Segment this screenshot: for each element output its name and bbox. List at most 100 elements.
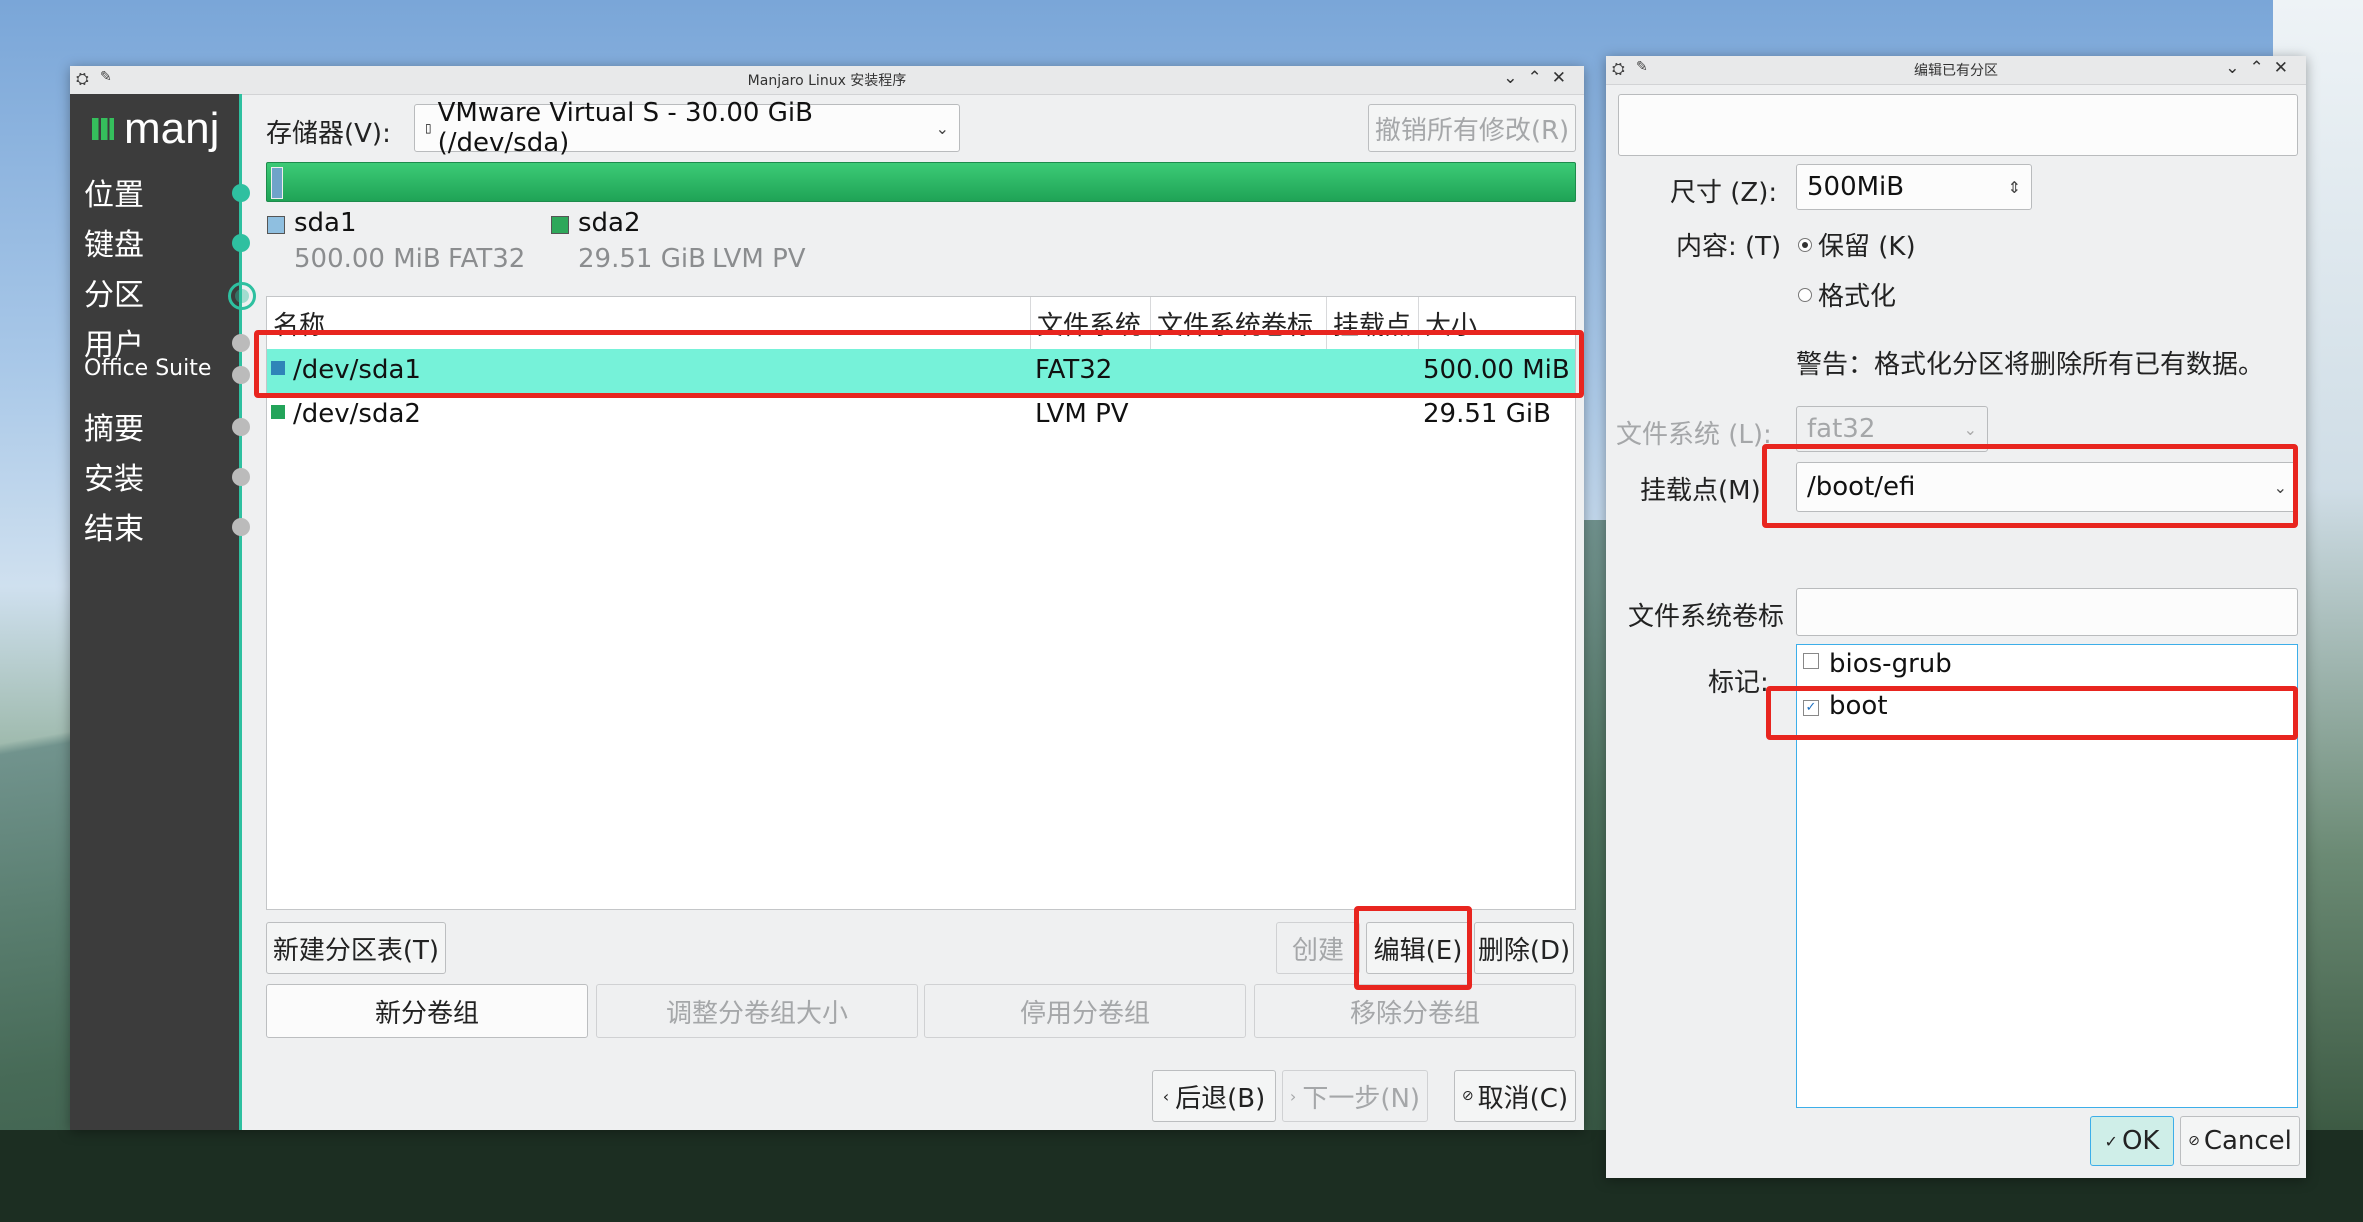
filesystem-select[interactable]: fat32 ⌄ <box>1796 406 1988 452</box>
keep-radio[interactable]: 保留 (K) <box>1798 226 1916 263</box>
checkbox-unchecked-icon[interactable] <box>1803 653 1819 669</box>
partition-size: 29.51 GiB <box>1423 399 1551 429</box>
resize-volume-group-button[interactable]: 调整分卷组大小 <box>596 984 918 1038</box>
filesystem-label: 文件系统 (L): <box>1616 420 1772 450</box>
main-titlebar[interactable]: ⛭ ✎ Manjaro Linux 安装程序 ⌄⌃✕ <box>70 66 1584 95</box>
step-install: 安装 <box>84 462 144 497</box>
mountpoint-select[interactable]: /boot/efi ⌄ <box>1796 462 2298 512</box>
chevron-down-icon: ⌄ <box>1963 419 1977 439</box>
table-row[interactable]: /dev/sda1 FAT32 500.00 MiB <box>267 349 1575 393</box>
create-button[interactable]: 创建 <box>1276 922 1360 974</box>
format-radio-label: 格式化 <box>1818 282 1897 312</box>
table-row[interactable]: /dev/sda2 LVM PV 29.51 GiB <box>267 393 1575 437</box>
step-office-suite: Office Suite <box>84 356 212 381</box>
disk-segment-sda1 <box>271 167 283 199</box>
partition-fs: FAT32 <box>1035 355 1113 385</box>
partition-name-cell: /dev/sda1 <box>271 355 421 385</box>
fs-label-label: 文件系统卷标 <box>1628 602 1785 632</box>
flag-label: bios-grub <box>1829 649 1952 679</box>
maximize-icon[interactable]: ⌃ <box>1528 68 1552 88</box>
dialog-titlebar[interactable]: ⛭ ✎ 编辑已有分区 ⌄⌃✕ <box>1606 56 2306 85</box>
remove-volume-group-button[interactable]: 移除分卷组 <box>1254 984 1576 1038</box>
disk-icon: ▯ <box>425 121 432 135</box>
flag-label: boot <box>1829 691 1888 721</box>
step-location: 位置 <box>84 178 144 213</box>
column-header-mountpoint[interactable]: 挂载点 <box>1327 297 1419 349</box>
format-warning: 警告：格式化分区将删除所有已有数据。 <box>1796 350 2265 380</box>
dialog-cancel-label: Cancel <box>2203 1126 2292 1156</box>
legend-fs-sda1: FAT32 <box>448 244 526 274</box>
cancel-button-label: 取消(C) <box>1477 1083 1569 1114</box>
maximize-icon[interactable]: ⌃ <box>2250 58 2274 78</box>
flags-label: 标记: <box>1708 668 1769 698</box>
flag-boot[interactable]: ✓ boot <box>1803 691 1888 721</box>
partition-name-cell: /dev/sda2 <box>271 399 421 429</box>
manjaro-logo-icon <box>92 118 114 140</box>
step-todo-icon <box>232 366 250 384</box>
partition-color-icon <box>271 404 285 419</box>
partition-info-field <box>1618 94 2298 156</box>
step-todo-icon <box>232 334 250 352</box>
minimize-icon[interactable]: ⌄ <box>2225 58 2249 78</box>
cancel-icon: ⊘ <box>1461 1088 1474 1104</box>
step-keyboard: 键盘 <box>84 228 144 263</box>
close-icon[interactable]: ✕ <box>1552 68 1576 88</box>
installer-window: ⛭ ✎ Manjaro Linux 安装程序 ⌄⌃✕ manj 位置 键盘 分区… <box>70 66 1584 1130</box>
dialog-cancel-button[interactable]: ⊘ Cancel <box>2180 1116 2300 1166</box>
back-button[interactable]: ‹ 后退(B) <box>1152 1070 1276 1122</box>
revert-all-button[interactable]: 撤销所有修改(R) <box>1368 104 1576 152</box>
legend-name-sda2: sda2 <box>578 208 641 238</box>
column-header-size[interactable]: 大小 <box>1419 297 1575 349</box>
window-title: Manjaro Linux 安装程序 <box>747 73 907 89</box>
close-icon[interactable]: ✕ <box>2274 58 2298 78</box>
column-header-filesystem[interactable]: 文件系统 <box>1031 297 1151 349</box>
column-header-fs-label[interactable]: 文件系统卷标 <box>1151 297 1327 349</box>
partition-name: /dev/sda2 <box>293 399 421 429</box>
cancel-button[interactable]: ⊘ 取消(C) <box>1454 1070 1576 1122</box>
size-label: 尺寸 (Z): <box>1670 178 1778 208</box>
partition-color-icon <box>271 360 285 375</box>
step-done-icon <box>232 184 250 202</box>
radio-on-icon <box>1798 238 1812 252</box>
window-controls[interactable]: ⌄⌃✕ <box>2225 58 2298 78</box>
disk-usage-bar <box>266 162 1576 202</box>
delete-button[interactable]: 删除(D) <box>1474 922 1574 974</box>
back-button-label: 后退(B) <box>1175 1083 1266 1114</box>
step-todo-icon <box>232 418 250 436</box>
legend-swatch-sda2 <box>551 216 569 234</box>
next-button-label: 下一步(N) <box>1302 1083 1421 1114</box>
step-finish: 结束 <box>84 512 144 547</box>
flags-list[interactable]: bios-grub ✓ boot <box>1796 644 2298 1108</box>
chevron-right-icon: › <box>1289 1086 1297 1106</box>
partition-table[interactable]: 名称 文件系统 文件系统卷标 挂载点 大小 /dev/sda1 FAT32 50… <box>266 296 1576 910</box>
ok-button-label: OK <box>2121 1126 2160 1156</box>
cancel-icon: ⊘ <box>2188 1133 2200 1149</box>
logo-text: manj <box>124 104 220 153</box>
column-header-name[interactable]: 名称 <box>267 297 1031 349</box>
new-volume-group-button[interactable]: 新分卷组 <box>266 984 588 1038</box>
legend-fs-sda2: LVM PV <box>712 244 806 274</box>
edit-button[interactable]: 编辑(E) <box>1366 922 1470 974</box>
checkbox-checked-icon[interactable]: ✓ <box>1803 700 1819 716</box>
deactivate-volume-group-button[interactable]: 停用分卷组 <box>924 984 1246 1038</box>
format-radio[interactable]: 格式化 <box>1798 276 1896 313</box>
spinner-icon[interactable]: ⇕ <box>2008 178 2021 197</box>
window-controls[interactable]: ⌄⌃✕ <box>1503 68 1576 88</box>
storage-device-select[interactable]: ▯ VMware Virtual S - 30.00 GiB (/dev/sda… <box>414 98 960 158</box>
legend-name-sda1: sda1 <box>294 208 357 238</box>
fs-label-input[interactable] <box>1796 588 2298 636</box>
ok-button[interactable]: ✓ OK <box>2090 1116 2174 1166</box>
size-spinbox[interactable]: 500MiB ⇕ <box>1796 164 2032 210</box>
next-button[interactable]: › 下一步(N) <box>1282 1070 1428 1122</box>
minimize-icon[interactable]: ⌄ <box>1503 68 1527 88</box>
mountpoint-label: 挂载点(M): <box>1640 476 1770 506</box>
legend-swatch-sda1 <box>267 216 285 234</box>
edit-partition-dialog: ⛭ ✎ 编辑已有分区 ⌄⌃✕ 尺寸 (Z): 500MiB ⇕ 内容: (T) … <box>1606 56 2306 1178</box>
step-done-icon <box>232 234 250 252</box>
check-icon: ✓ <box>2104 1131 2118 1151</box>
flag-bios-grub[interactable]: bios-grub <box>1803 649 1952 679</box>
new-partition-table-button[interactable]: 新建分区表(T) <box>266 922 446 974</box>
manjaro-logo: manj <box>92 104 219 154</box>
mountpoint-value: /boot/efi <box>1807 472 1916 502</box>
keep-radio-label: 保留 (K) <box>1818 232 1916 262</box>
